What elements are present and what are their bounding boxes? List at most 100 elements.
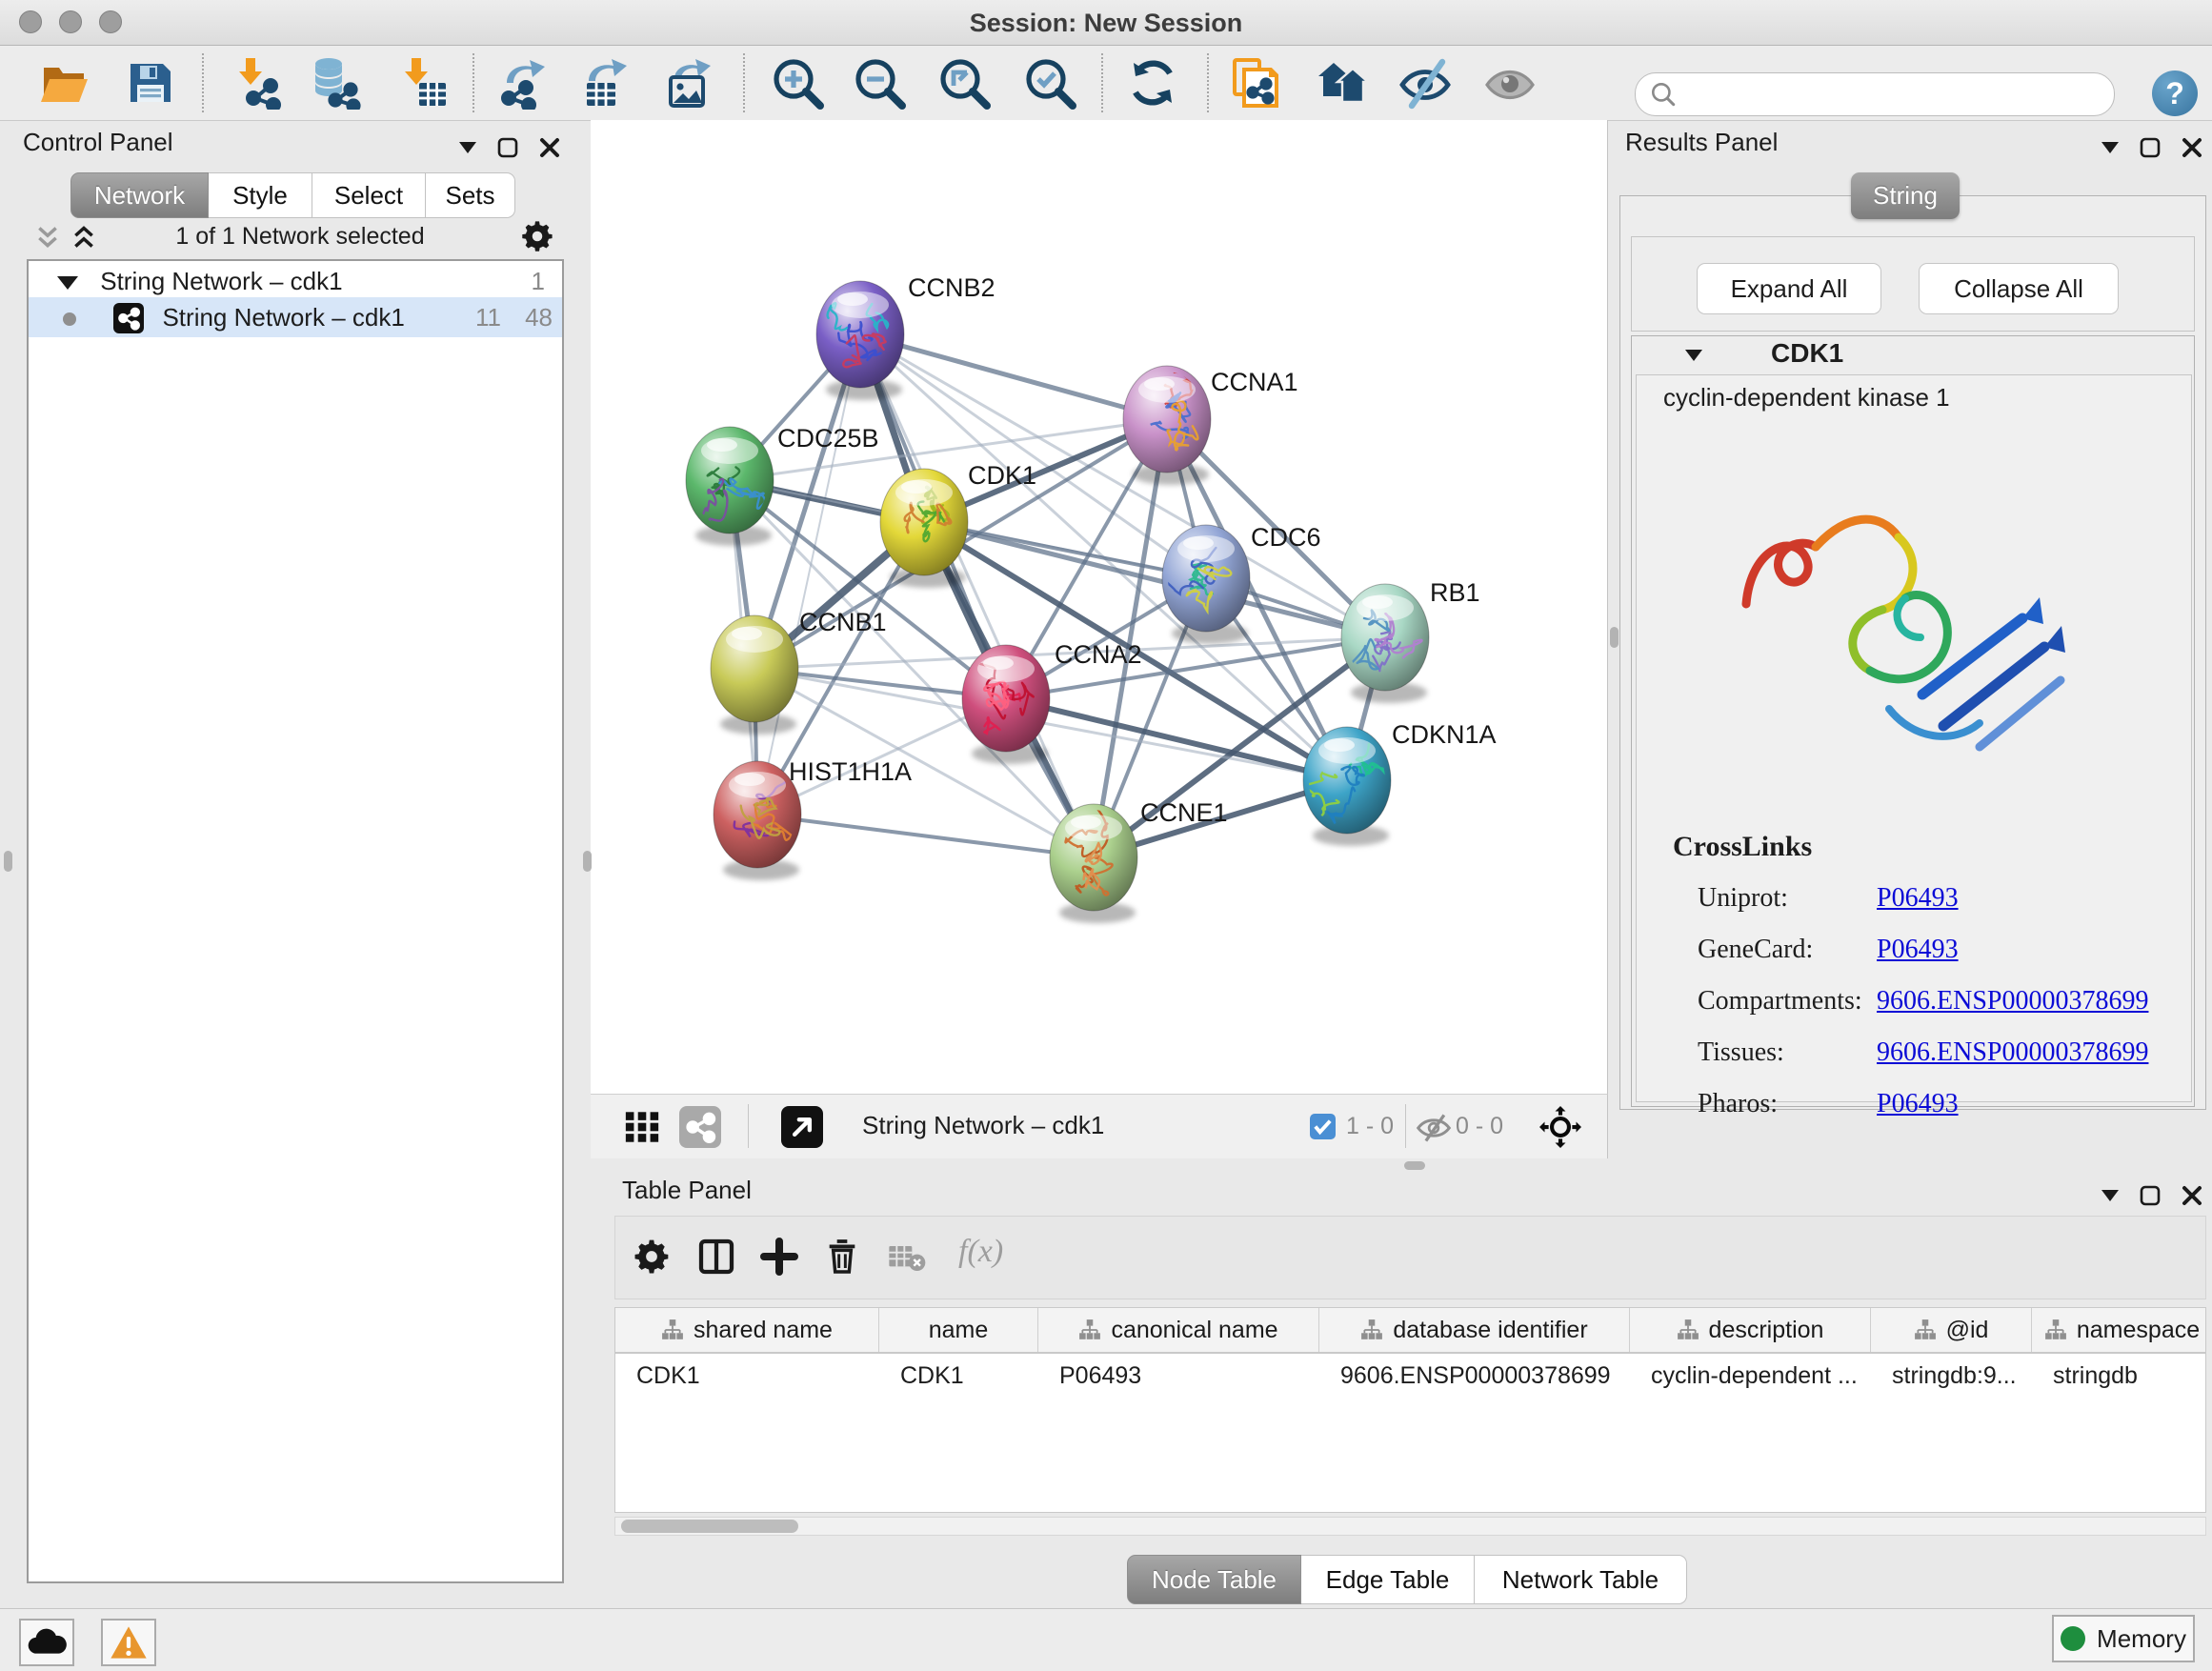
column-header-canonical-name[interactable]: canonical name [1038, 1308, 1319, 1352]
crosslink-genecard-link[interactable]: P06493 [1877, 924, 1959, 976]
splitter-handle[interactable] [583, 851, 592, 872]
tab-select[interactable]: Select [312, 172, 426, 218]
hidden-eye-icon [1416, 1112, 1452, 1144]
table-horizontal-scrollbar[interactable] [614, 1517, 2206, 1536]
export-table-button[interactable] [577, 56, 631, 110]
hide-selected-button[interactable] [1398, 56, 1452, 110]
export-network-button[interactable] [495, 56, 549, 110]
table-body: CDK1CDK1P064939606.ENSP00000378699cyclin… [615, 1354, 2205, 1398]
panel-menu-icon[interactable] [2101, 1190, 2119, 1201]
network-share-icon[interactable] [679, 1106, 721, 1148]
table-cell: CDK1 [879, 1354, 1038, 1398]
expand-all-networks-icon[interactable] [70, 225, 97, 250]
tab-string[interactable]: String [1851, 172, 1960, 219]
crosslink-uniprot-link[interactable]: P06493 [1877, 873, 1959, 924]
network-node-CCNE1[interactable] [1050, 804, 1137, 911]
protein-collapse-icon[interactable] [1685, 350, 1702, 361]
show-columns-icon[interactable] [697, 1238, 735, 1276]
close-panel-icon[interactable] [2182, 1185, 2202, 1206]
warnings-button[interactable] [101, 1619, 156, 1666]
save-session-button[interactable] [123, 56, 176, 110]
table-header-row: shared namenamecanonical namedatabase id… [615, 1308, 2205, 1354]
search-input[interactable] [1685, 77, 2099, 111]
table-row[interactable]: CDK1CDK1P064939606.ENSP00000378699cyclin… [615, 1354, 2205, 1398]
network-options-gear-icon[interactable] [520, 219, 554, 253]
splitter-handle[interactable] [1404, 1161, 1425, 1170]
tab-node-table[interactable]: Node Table [1127, 1555, 1301, 1604]
network-node-CDKN1A[interactable] [1294, 727, 1393, 834]
network-label: String Network – cdk1 [162, 303, 404, 332]
results-panel-title: Results Panel [1625, 128, 1778, 157]
network-node-CCNB2[interactable] [816, 281, 904, 388]
zoom-out-button[interactable] [853, 56, 906, 110]
memory-button[interactable]: Memory [2052, 1615, 2195, 1662]
collapse-all-button[interactable]: Collapse All [1919, 263, 2119, 314]
network-node-CCNA2[interactable] [962, 645, 1050, 752]
network-node-CDC25B[interactable] [686, 427, 774, 534]
close-panel-icon[interactable] [2182, 137, 2202, 158]
open-in-window-icon[interactable] [781, 1106, 823, 1148]
column-header-description[interactable]: description [1630, 1308, 1871, 1352]
hidden-counts: 0 - 0 [1456, 1113, 1503, 1140]
splitter-handle[interactable] [1610, 627, 1619, 648]
tab-network-table[interactable]: Network Table [1475, 1555, 1687, 1604]
column-header-shared-name[interactable]: shared name [615, 1308, 879, 1352]
collapse-all-networks-icon[interactable] [34, 225, 61, 250]
tab-network[interactable]: Network [70, 172, 209, 218]
import-network-button[interactable] [231, 56, 284, 110]
close-panel-icon[interactable] [539, 137, 560, 158]
home-button[interactable] [1317, 56, 1370, 110]
expand-all-button[interactable]: Expand All [1697, 263, 1881, 314]
zoom-in-button[interactable] [771, 56, 824, 110]
network-node-CCNB1[interactable] [711, 615, 798, 722]
cloud-button[interactable] [19, 1619, 74, 1666]
float-panel-icon[interactable] [2140, 137, 2161, 158]
selected-checkbox-icon[interactable] [1310, 1114, 1336, 1139]
panel-menu-icon[interactable] [459, 142, 476, 153]
network-canvas[interactable]: CCNB2CCNA1CDC25BCDK1CDC6RB1CCNB1CCNA2CDK… [591, 120, 1608, 1094]
column-header-database-identifier[interactable]: database identifier [1319, 1308, 1630, 1352]
network-graph[interactable]: CCNB2CCNA1CDC25BCDK1CDC6RB1CCNB1CCNA2CDK… [591, 120, 1608, 1094]
splitter-handle[interactable] [4, 851, 12, 872]
zoom-selected-button[interactable] [1023, 56, 1076, 110]
delete-column-trash-icon[interactable] [823, 1238, 861, 1276]
crosslink-label: Uniprot: [1698, 883, 1788, 913]
open-session-button[interactable] [38, 56, 91, 110]
tree-expand-icon[interactable] [57, 276, 78, 290]
scrollbar-thumb[interactable] [621, 1520, 798, 1533]
float-panel-icon[interactable] [497, 137, 518, 158]
help-button[interactable]: ? [2152, 70, 2198, 116]
tab-style[interactable]: Style [209, 172, 312, 218]
table-gear-icon[interactable] [633, 1238, 671, 1276]
column-header-namespace[interactable]: namespace [2032, 1308, 2206, 1352]
crosslink-tissues-link[interactable]: 9606.ENSP00000378699 [1877, 1027, 2148, 1078]
network-node-RB1[interactable] [1341, 584, 1429, 691]
layout-refresh-button[interactable] [1126, 56, 1179, 110]
crosslink-label: GeneCard: [1698, 935, 1813, 964]
export-image-button[interactable] [661, 56, 714, 110]
network-node-CCNA1[interactable] [1123, 366, 1211, 473]
network-node-CDK1[interactable] [880, 469, 968, 575]
add-column-icon[interactable] [760, 1238, 798, 1276]
function-builder-icon: f(x) [958, 1234, 1003, 1270]
float-panel-icon[interactable] [2140, 1185, 2161, 1206]
column-header--id[interactable]: @id [1871, 1308, 2032, 1352]
toolbar-separator [743, 53, 745, 112]
network-row[interactable]: String Network – cdk1 11 48 [29, 297, 562, 337]
tab-sets[interactable]: Sets [426, 172, 515, 218]
show-all-button[interactable] [1483, 56, 1537, 110]
node-table[interactable]: shared namenamecanonical namedatabase id… [614, 1307, 2206, 1513]
import-network-from-database-button[interactable] [310, 56, 363, 110]
string-import-button[interactable] [1229, 56, 1282, 110]
tab-edge-table[interactable]: Edge Table [1301, 1555, 1475, 1604]
pan-crosshair-icon[interactable] [1539, 1106, 1581, 1148]
column-header-name[interactable]: name [879, 1308, 1038, 1352]
crosslink-compartments-link[interactable]: 9606.ENSP00000378699 [1877, 976, 2148, 1027]
network-collection-row[interactable]: String Network – cdk1 1 [29, 261, 562, 297]
toolbar-separator [202, 53, 204, 112]
crosslink-pharos-link[interactable]: P06493 [1877, 1078, 1959, 1130]
zoom-fit-button[interactable] [937, 56, 991, 110]
birdseye-grid-icon[interactable] [622, 1108, 662, 1146]
panel-menu-icon[interactable] [2101, 142, 2119, 153]
import-table-button[interactable] [396, 56, 450, 110]
